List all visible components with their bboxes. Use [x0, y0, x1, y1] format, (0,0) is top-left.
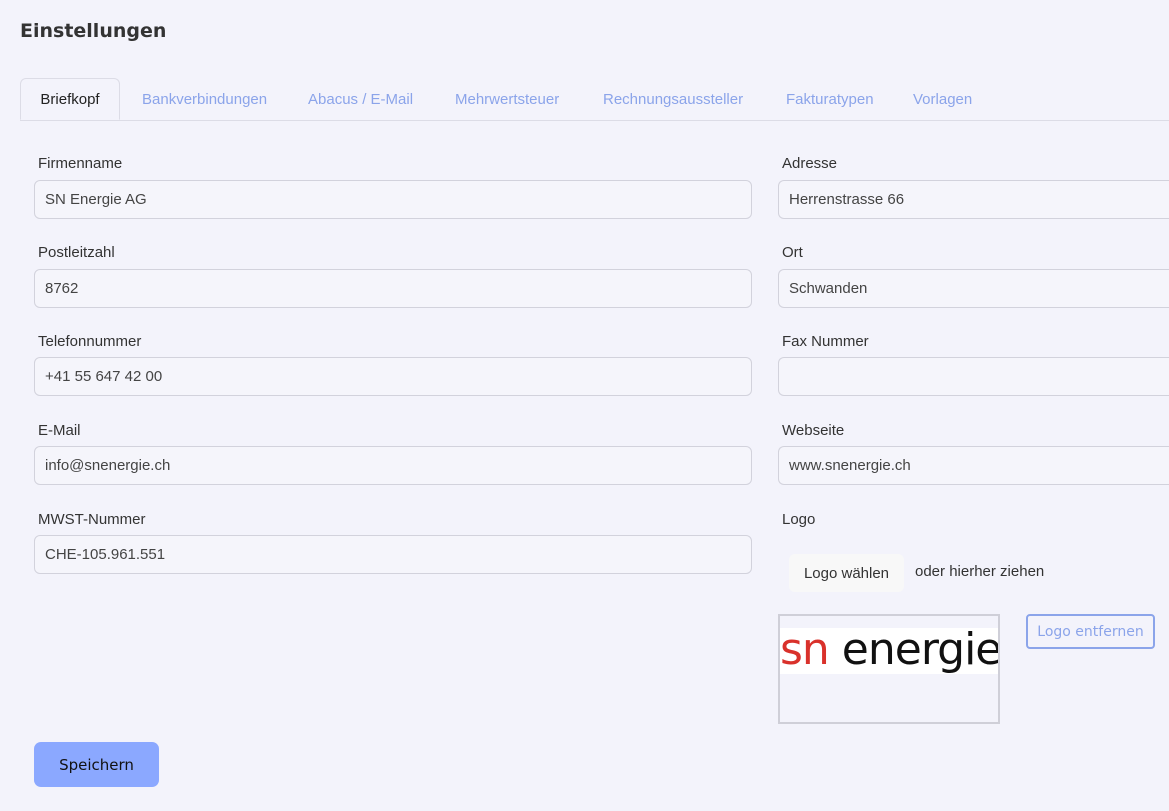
- adresse-input[interactable]: [778, 180, 1169, 219]
- postleitzahl-input[interactable]: [34, 269, 752, 308]
- tab-bankverbindungen[interactable]: Bankverbindungen: [142, 78, 267, 120]
- mwst-label: MWST-Nummer: [38, 511, 146, 528]
- adresse-label: Adresse: [782, 155, 838, 172]
- logo-wordmark-energie: energie: [828, 628, 998, 674]
- firmenname-input[interactable]: [34, 180, 752, 219]
- page-title: Einstellungen: [20, 20, 167, 42]
- tab-mehrwertsteuer[interactable]: Mehrwertsteuer: [455, 78, 559, 120]
- logo-label: Logo: [782, 511, 816, 528]
- save-button[interactable]: Speichern: [34, 742, 159, 787]
- logo-image: sn energie: [780, 628, 998, 674]
- logo-drop-hint: oder hierher ziehen: [915, 563, 1045, 580]
- telefon-input[interactable]: [34, 357, 752, 396]
- email-input[interactable]: [34, 446, 752, 485]
- tab-rechnungsaussteller[interactable]: Rechnungsaussteller: [603, 78, 743, 120]
- logo-remove-button[interactable]: Logo entfernen: [1026, 614, 1155, 649]
- ort-label: Ort: [782, 244, 803, 261]
- fax-label: Fax Nummer: [782, 333, 869, 350]
- tab-briefkopf[interactable]: Briefkopf: [20, 78, 120, 120]
- postleitzahl-label: Postleitzahl: [38, 244, 115, 261]
- webseite-input[interactable]: [778, 446, 1169, 485]
- telefon-label: Telefonnummer: [38, 333, 142, 350]
- logo-wordmark-sn: sn: [780, 628, 830, 674]
- fax-input[interactable]: [778, 357, 1169, 396]
- tab-abacus-email[interactable]: Abacus / E-Mail: [308, 78, 413, 120]
- email-label: E-Mail: [38, 422, 81, 439]
- logo-choose-button[interactable]: Logo wählen: [789, 554, 904, 592]
- logo-preview: sn energie: [778, 614, 1000, 724]
- tab-bar: Briefkopf Bankverbindungen Abacus / E-Ma…: [20, 78, 1169, 121]
- mwst-input[interactable]: [34, 535, 752, 574]
- tab-fakturatypen[interactable]: Fakturatypen: [786, 78, 874, 120]
- ort-input[interactable]: [778, 269, 1169, 308]
- tab-vorlagen[interactable]: Vorlagen: [913, 78, 972, 120]
- webseite-label: Webseite: [782, 422, 845, 439]
- firmenname-label: Firmenname: [38, 155, 123, 172]
- logo-wordmark: sn energie: [780, 628, 998, 674]
